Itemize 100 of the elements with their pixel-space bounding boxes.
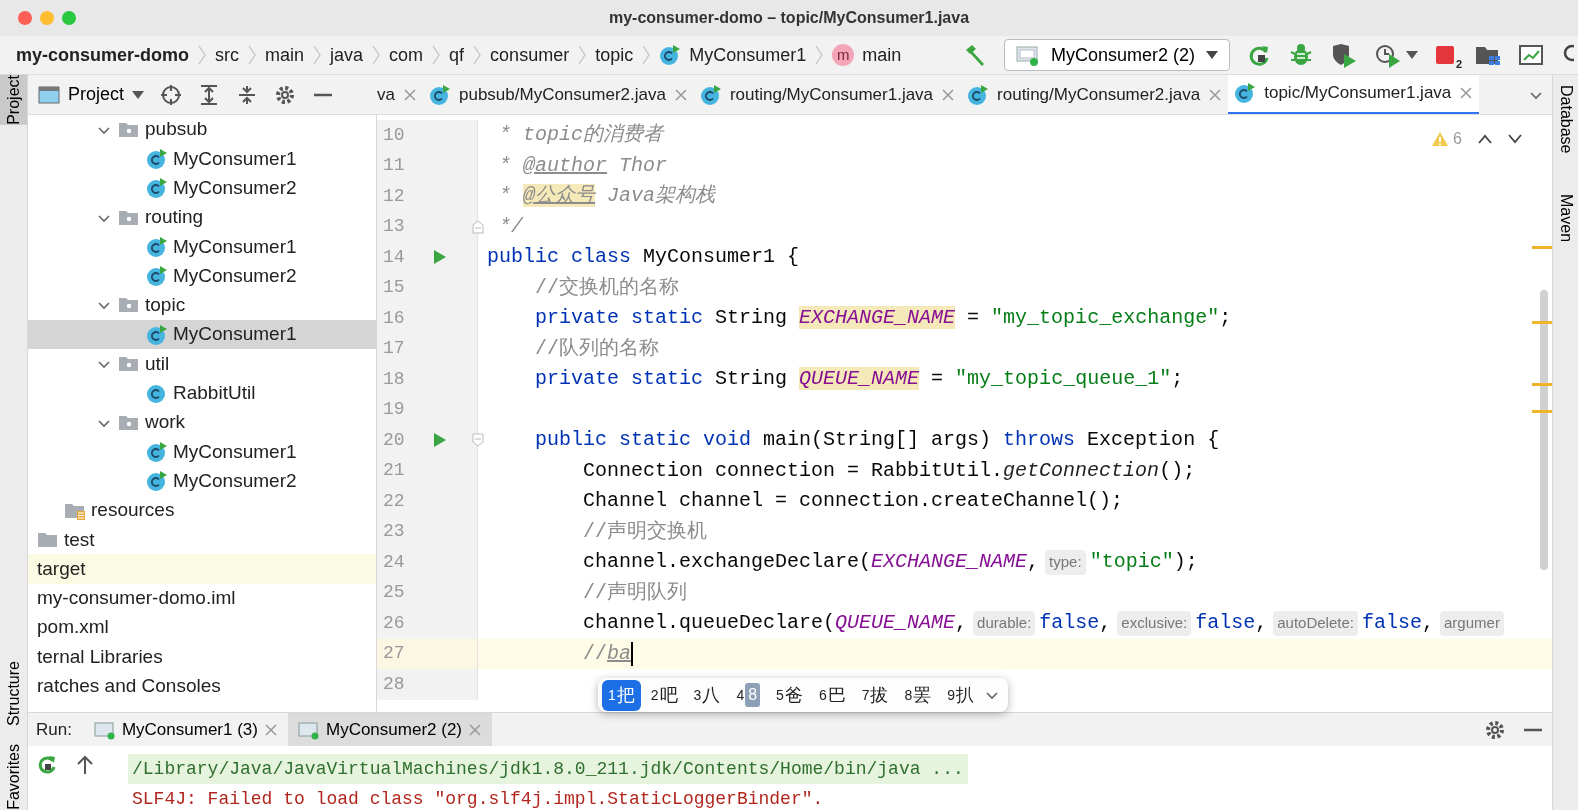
parameter-hint: argumer [1440, 611, 1504, 636]
code-line: //队列的名称 [534, 335, 659, 362]
breadcrumb-item[interactable]: qf [449, 41, 465, 69]
tree-item[interactable]: work [145, 408, 186, 437]
editor-tab[interactable]: routing/MyConsumer2.java [961, 75, 1229, 114]
run-configuration-dropdown[interactable]: MyConsumer2 (2) [1003, 39, 1230, 71]
run-tab[interactable]: MyConsumer1 (3) [83, 713, 288, 746]
line-number: 10 [383, 123, 406, 147]
line-number: 27 [383, 642, 406, 666]
breadcrumb-item[interactable]: com [389, 41, 424, 69]
tree-item[interactable]: test [64, 525, 95, 555]
line-number: 28 [383, 672, 406, 696]
code-line: //声明队列 [582, 579, 688, 606]
line-number: 12 [383, 184, 406, 208]
code-line: false, [1039, 610, 1112, 637]
line-number: 19 [383, 398, 406, 422]
tool-window-tab[interactable]: Maven [1553, 193, 1578, 242]
line-number: 13 [383, 215, 406, 239]
breadcrumb-item[interactable]: MyConsumer1 [689, 41, 807, 69]
code-line: public static void main(String[] args) throws Exception { [534, 427, 1220, 454]
breadcrumb-item[interactable]: my-consumer-domo [16, 41, 190, 69]
run-tab[interactable]: MyConsumer2 (2) [287, 713, 492, 746]
line-number: 16 [383, 306, 406, 330]
candidate[interactable]: 7拔 [855, 679, 895, 711]
candidate[interactable]: 8罢 [898, 679, 938, 711]
line-number: 15 [383, 276, 406, 300]
breadcrumb-item[interactable]: main [265, 41, 305, 69]
tree-item[interactable]: ternal Libraries [37, 642, 163, 672]
tree-item[interactable]: util [145, 349, 170, 379]
code-line: private static String EXCHANGE_NAME = "my_topic_exchange"; [534, 305, 1232, 332]
candidate[interactable]: 4 8 [730, 681, 767, 709]
tool-window-tab[interactable]: Favorites [0, 744, 27, 810]
line-number: 18 [383, 367, 406, 391]
tree-item[interactable]: RabbitUtil [173, 379, 256, 408]
code-line: false, [1195, 610, 1268, 637]
breadcrumb-item[interactable]: topic [595, 41, 634, 69]
line-number: 20 [383, 428, 406, 452]
candidate[interactable]: 9扒 [941, 679, 981, 711]
line-number: 26 [383, 611, 406, 635]
line-number: 24 [383, 550, 406, 574]
tree-item[interactable]: MyConsumer2 [173, 174, 297, 203]
console-line: SLF4J: Failed to load class "org.slf4j.impl.StaticLoggerBinder". [131, 788, 825, 810]
line-number: 22 [383, 489, 406, 513]
tree-item[interactable]: MyConsumer1 [173, 144, 297, 174]
code-line: //ba [582, 640, 632, 667]
tree-item[interactable]: topic [145, 291, 186, 320]
tree-item[interactable]: MyConsumer1 [173, 437, 297, 467]
candidate[interactable]: 1把 [602, 679, 641, 711]
code-line: Channel channel = connection.createChannel(); [582, 488, 1124, 515]
candidate[interactable]: 3八 [687, 679, 727, 711]
tool-window-tab[interactable]: Project [0, 75, 27, 125]
run-panel-label: Run: [36, 718, 72, 741]
parameter-hint: durable: [973, 611, 1036, 636]
breadcrumb-item[interactable]: main [862, 41, 902, 69]
tree-item[interactable]: routing [145, 203, 204, 232]
code-line: //声明交换机 [582, 518, 708, 545]
tool-window-tab[interactable]: Database [1553, 85, 1578, 154]
code-line: * @author Thor [498, 152, 668, 179]
code-line: * topic的消费者 [498, 122, 663, 149]
code-line: channel.queueDeclare(QUEUE_NAME, [582, 610, 968, 637]
line-number: 14 [383, 245, 406, 269]
tree-item[interactable]: pubsub [145, 115, 208, 144]
editor-tab[interactable]: va [371, 75, 423, 114]
breadcrumb-item[interactable]: consumer [490, 41, 570, 69]
parameter-hint: autoDelete: [1273, 611, 1358, 636]
code-line: channel.exchangeDeclare(EXCHANGE_NAME, [582, 549, 1040, 576]
editor-tab[interactable]: topic/MyConsumer1.java [1228, 75, 1480, 114]
breadcrumb-item[interactable]: src [215, 41, 240, 69]
candidate[interactable]: 2吧 [644, 679, 684, 711]
code-line: private static String QUEUE_NAME = "my_topic_queue_1"; [534, 366, 1184, 393]
method-icon: m [832, 44, 855, 66]
code-line: //交换机的名称 [534, 274, 679, 301]
tree-item[interactable]: MyConsumer2 [173, 466, 297, 496]
window-title: my-consumer-domo – topic/MyConsumer1.java [608, 8, 970, 28]
code-line: "topic"); [1089, 549, 1198, 576]
tree-item[interactable]: MyConsumer1 [173, 232, 297, 262]
line-number: 17 [383, 337, 406, 361]
tree-item[interactable]: target [37, 554, 86, 584]
code-line: false, [1362, 610, 1434, 637]
tree-item[interactable]: MyConsumer2 [173, 261, 297, 291]
line-number: 11 [383, 154, 406, 178]
candidate[interactable]: 5爸 [770, 679, 809, 711]
tree-item[interactable]: resources [91, 496, 175, 525]
editor-tab[interactable]: pubsub/MyConsumer2.java [422, 75, 694, 114]
code-line: public class MyConsumer1 { [487, 244, 800, 271]
parameter-hint: type: [1045, 550, 1086, 575]
tree-item[interactable]: ratches and Consoles [37, 672, 221, 701]
candidate[interactable]: 6 巴 [812, 679, 852, 711]
line-number: 21 [383, 459, 406, 483]
tree-item[interactable]: pom.xml [37, 613, 109, 642]
parameter-hint: exclusive: [1117, 611, 1192, 636]
line-number: 25 [383, 581, 406, 605]
tree-item[interactable]: my-consumer-domo.iml [37, 584, 236, 613]
stop-count: 2 [1455, 56, 1462, 72]
tool-window-tab[interactable]: Structure [0, 661, 27, 727]
code-line: */ [498, 213, 523, 240]
code-line: Connection connection = RabbitUtil.getConnection(); [582, 457, 1196, 484]
breadcrumb-item[interactable]: java [330, 41, 364, 69]
editor-tab[interactable]: routing/MyConsumer1.java [693, 75, 962, 114]
line-number: 23 [383, 520, 406, 544]
